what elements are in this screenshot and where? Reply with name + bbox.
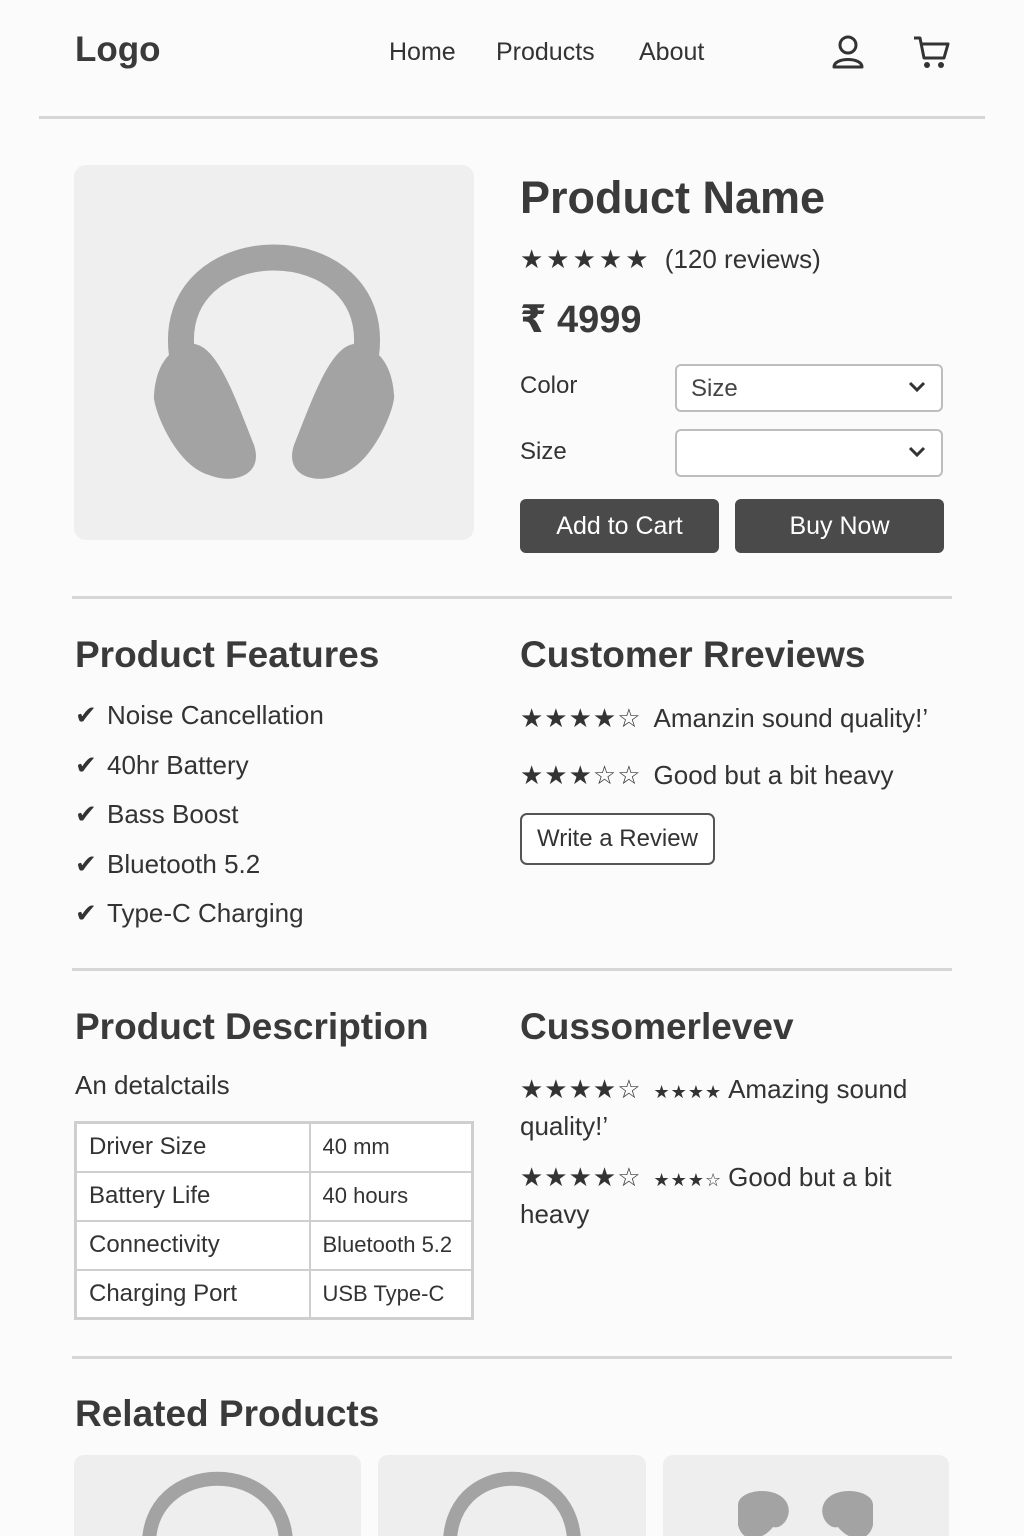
review-stars: ★★★☆☆: [520, 760, 642, 790]
feature-item: ✔ Type-C Charging: [75, 898, 324, 948]
feature-item: ✔ 40hr Battery: [75, 750, 324, 800]
feature-label: Bluetooth 5.2: [107, 848, 261, 879]
chevron-down-icon: [908, 381, 926, 393]
mini-stars: ★★★★: [653, 1082, 723, 1102]
product-title: Product Name: [520, 172, 826, 223]
check-icon: ✔: [75, 799, 97, 829]
spec-key: Connectivity: [74, 1219, 311, 1271]
reviews-title: Customer Rreviews: [520, 634, 866, 675]
spec-key: Charging Port: [74, 1268, 311, 1320]
review-item: ★★★☆☆ Good but a bit heavy: [520, 760, 894, 791]
product-price: ₹ 4999: [520, 299, 642, 341]
spec-table: Driver Size 40 mm Battery Life 40 hours Co…: [74, 1121, 474, 1320]
nav-about[interactable]: About: [639, 38, 704, 67]
related-title: Related Products: [75, 1393, 380, 1434]
feature-label: 40hr Battery: [107, 749, 249, 780]
feature-item: ✔ Bluetooth 5.2: [75, 849, 324, 899]
mini-stars: ★★★☆: [653, 1170, 723, 1190]
features-list: ✔ Noise Cancellation ✔ 40hr Battery ✔ Bass …: [75, 700, 324, 948]
review-item: ★★★★☆ Amanzin sound quality!’: [520, 703, 928, 734]
headphones-icon: [142, 1471, 293, 1536]
headphones-icon: [443, 1471, 581, 1536]
related-product-card[interactable]: [378, 1455, 646, 1536]
add-to-cart-button[interactable]: Add to Cart: [520, 499, 719, 553]
review-stars: ★★★★☆: [520, 1162, 642, 1192]
feature-item: ✔ Noise Cancellation: [75, 700, 324, 750]
spec-key: Driver Size: [74, 1121, 311, 1173]
related-product-card[interactable]: [663, 1455, 949, 1536]
color-label: Color: [520, 372, 578, 399]
color-select-value: Size: [691, 375, 738, 402]
table-row: Charging Port USB Type-C: [74, 1268, 474, 1320]
review-stars: ★★★★☆: [520, 1074, 642, 1104]
product-rating: ★★★★★ (120 reviews): [520, 244, 821, 275]
nav-home[interactable]: Home: [389, 38, 456, 67]
section-divider: [72, 1356, 952, 1359]
description-title: Product Description: [75, 1006, 429, 1047]
check-icon: ✔: [75, 898, 97, 928]
spec-value: Bluetooth 5.2: [308, 1219, 474, 1271]
user-icon[interactable]: [830, 34, 866, 75]
section-divider: [72, 968, 952, 971]
spec-key: Battery Life: [74, 1170, 311, 1222]
check-icon: ✔: [75, 848, 97, 879]
color-select[interactable]: Size: [675, 364, 943, 412]
header-divider: [39, 116, 985, 119]
reviews-count[interactable]: (120 reviews): [665, 244, 821, 274]
cart-icon[interactable]: [912, 34, 952, 75]
earbuds-icon: [738, 1490, 873, 1536]
size-label: Size: [520, 438, 567, 465]
feature-item: ✔ Bass Boost: [75, 799, 324, 849]
logo[interactable]: Logo: [75, 30, 161, 70]
features-title: Product Features: [75, 634, 380, 675]
chevron-down-icon: [908, 446, 926, 458]
spec-value: 40 hours: [308, 1170, 474, 1222]
spec-value: USB Type-C: [308, 1268, 474, 1320]
feature-label: Type-C Charging: [107, 898, 304, 928]
table-row: Connectivity Bluetooth 5.2: [74, 1219, 474, 1271]
check-icon: ✔: [75, 700, 97, 730]
size-select[interactable]: [675, 429, 943, 477]
feature-label: Noise Cancellation: [107, 700, 324, 730]
check-icon: ✔: [75, 749, 97, 780]
headphones-icon: [153, 244, 395, 479]
section-divider: [72, 596, 952, 599]
review-text: Good but a bit heavy: [653, 760, 894, 790]
review-item: ★★★★☆ ★★★★ Amazing sound quality!’: [520, 1072, 960, 1143]
reviews2-title: Cussomerlevev: [520, 1006, 794, 1047]
table-row: Driver Size 40 mm: [74, 1121, 474, 1173]
feature-label: Bass Boost: [107, 799, 239, 829]
nav-products[interactable]: Products: [496, 38, 595, 67]
write-review-button[interactable]: Write a Review: [520, 813, 715, 865]
review-item: ★★★★☆ ★★★☆ Good but a bit heavy: [520, 1160, 960, 1231]
description-text: An detalctails: [75, 1070, 230, 1100]
review-text: Amanzin sound quality!’: [653, 703, 929, 733]
buy-now-button[interactable]: Buy Now: [735, 499, 944, 553]
related-product-card[interactable]: [74, 1455, 361, 1536]
rating-stars: ★★★★★: [520, 244, 652, 274]
spec-value: 40 mm: [308, 1121, 474, 1173]
review-stars: ★★★★☆: [520, 703, 642, 733]
table-row: Battery Life 40 hours: [74, 1170, 474, 1222]
product-image: [74, 165, 474, 540]
